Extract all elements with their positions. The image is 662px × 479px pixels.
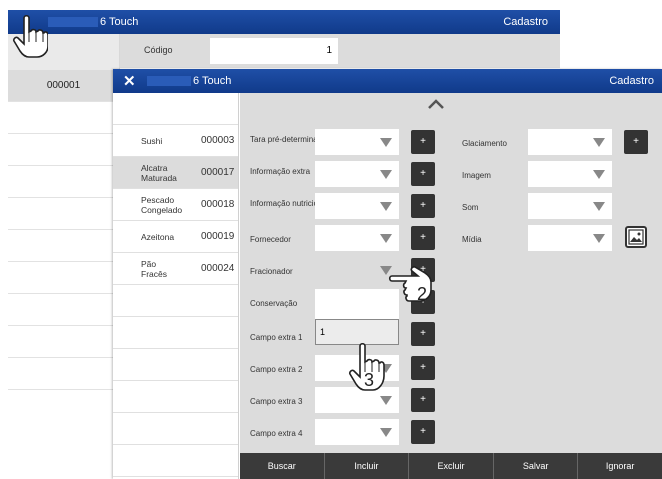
- list-item[interactable]: Sushi 000003: [113, 125, 238, 157]
- add-tara-button[interactable]: +: [411, 130, 435, 154]
- background-codigo-bar: Código 1: [120, 34, 560, 68]
- field-label-fornecedor: Fornecedor: [250, 235, 291, 244]
- conservacao-dropdown[interactable]: [315, 289, 399, 319]
- product-list: Sushi 000003 Alcatra Maturada 000017 Pesca…: [113, 93, 239, 479]
- list-item[interactable]: Pão Fracês 000024: [113, 253, 238, 285]
- field-label-imagem: Imagem: [462, 171, 491, 180]
- step-2-label: 2: [417, 284, 428, 304]
- list-item[interactable]: [8, 134, 119, 166]
- field-label-glaciamento: Glaciamento: [462, 139, 507, 148]
- list-item[interactable]: [8, 358, 119, 390]
- ignorar-button[interactable]: Ignorar: [578, 453, 662, 479]
- list-item[interactable]: 000001: [8, 70, 119, 102]
- dropdown-arrow-icon: [593, 138, 605, 147]
- list-item[interactable]: [8, 230, 119, 262]
- chevron-up-icon[interactable]: [428, 99, 444, 109]
- imagem-select[interactable]: [528, 161, 612, 187]
- dropdown-arrow-icon: [380, 428, 392, 437]
- field-label-info-extra: Informação extra: [250, 167, 311, 176]
- list-header: [113, 93, 238, 125]
- codigo-label: Código: [144, 45, 173, 55]
- field-label-conservacao: Conservação: [250, 299, 298, 308]
- add-campo-extra-3-button[interactable]: +: [411, 388, 435, 412]
- dropdown-arrow-icon: [380, 170, 392, 179]
- close-icon[interactable]: ✕: [123, 72, 136, 90]
- field-label-fracionador: Fracionador: [250, 267, 293, 276]
- list-item[interactable]: Azeitona 000019: [113, 221, 238, 253]
- add-campo-extra-4-button[interactable]: +: [411, 420, 435, 444]
- add-info-extra-button[interactable]: +: [411, 162, 435, 186]
- list-item[interactable]: [113, 317, 238, 349]
- hand-pointer-icon: [388, 266, 432, 302]
- list-item[interactable]: [8, 198, 119, 230]
- incluir-button[interactable]: Incluir: [325, 453, 410, 479]
- list-item[interactable]: [113, 445, 238, 477]
- list-item[interactable]: [8, 294, 119, 326]
- background-title-right: Cadastro: [503, 16, 548, 28]
- add-campo-extra-1-button[interactable]: +: [411, 322, 435, 346]
- list-item[interactable]: [8, 166, 119, 198]
- fornecedor-select[interactable]: [315, 225, 399, 251]
- list-item[interactable]: [8, 102, 119, 134]
- list-item[interactable]: [113, 285, 238, 317]
- list-item[interactable]: [113, 413, 238, 445]
- dropdown-arrow-icon: [593, 202, 605, 211]
- dropdown-arrow-icon: [380, 202, 392, 211]
- dialog-title: 6 Touch: [193, 75, 232, 87]
- field-label-campo-extra-4: Campo extra 4: [250, 429, 303, 438]
- background-list: 000001: [8, 34, 120, 424]
- dialog-title-right: Cadastro: [609, 75, 654, 87]
- add-fornecedor-button[interactable]: +: [411, 226, 435, 250]
- campo-extra-4-select[interactable]: [315, 419, 399, 445]
- background-title: 6 Touch: [100, 16, 139, 28]
- obscured-text: [147, 76, 191, 86]
- background-titlebar: 6 Touch Cadastro: [8, 10, 560, 34]
- list-item[interactable]: [113, 381, 238, 413]
- som-select[interactable]: [528, 193, 612, 219]
- add-glaciamento-button[interactable]: +: [624, 130, 648, 154]
- list-item[interactable]: Pescado Congelado 000018: [113, 189, 238, 221]
- dropdown-arrow-icon: [593, 170, 605, 179]
- list-item[interactable]: [8, 326, 119, 358]
- dropdown-arrow-icon: [380, 234, 392, 243]
- codigo-input[interactable]: 1: [210, 38, 338, 64]
- salvar-button[interactable]: Salvar: [494, 453, 579, 479]
- field-label-campo-extra-2: Campo extra 2: [250, 365, 303, 374]
- dialog-titlebar: ✕ 6 Touch Cadastro: [113, 69, 662, 93]
- field-label-campo-extra-1: Campo extra 1: [250, 333, 303, 342]
- footer-toolbar: Buscar Incluir Excluir Salvar Ignorar: [240, 453, 662, 479]
- image-icon[interactable]: [625, 226, 647, 248]
- form-panel: Tara pré-determinada + Informação extra …: [240, 93, 662, 453]
- field-label-campo-extra-3: Campo extra 3: [250, 397, 303, 406]
- buscar-button[interactable]: Buscar: [240, 453, 325, 479]
- fracionador-select[interactable]: [315, 257, 399, 283]
- hand-pointer-icon: [13, 14, 48, 58]
- dropdown-arrow-icon: [380, 138, 392, 147]
- list-item[interactable]: Alcatra Maturada 000017: [113, 157, 238, 189]
- step-3-label: 3: [364, 370, 375, 390]
- list-item[interactable]: [113, 349, 238, 381]
- info-extra-select[interactable]: [315, 161, 399, 187]
- glaciamento-select[interactable]: [528, 129, 612, 155]
- add-campo-extra-2-button[interactable]: +: [411, 356, 435, 380]
- field-label-som: Som: [462, 203, 479, 212]
- info-nutricional-select[interactable]: [315, 193, 399, 219]
- add-info-nutricional-button[interactable]: +: [411, 194, 435, 218]
- dropdown-arrow-icon: [380, 396, 392, 405]
- tara-select[interactable]: [315, 129, 399, 155]
- obscured-text: [48, 17, 98, 27]
- excluir-button[interactable]: Excluir: [409, 453, 494, 479]
- list-item[interactable]: [8, 262, 119, 294]
- dropdown-arrow-icon: [593, 234, 605, 243]
- midia-select[interactable]: [528, 225, 612, 251]
- field-label-midia: Mídia: [462, 235, 482, 244]
